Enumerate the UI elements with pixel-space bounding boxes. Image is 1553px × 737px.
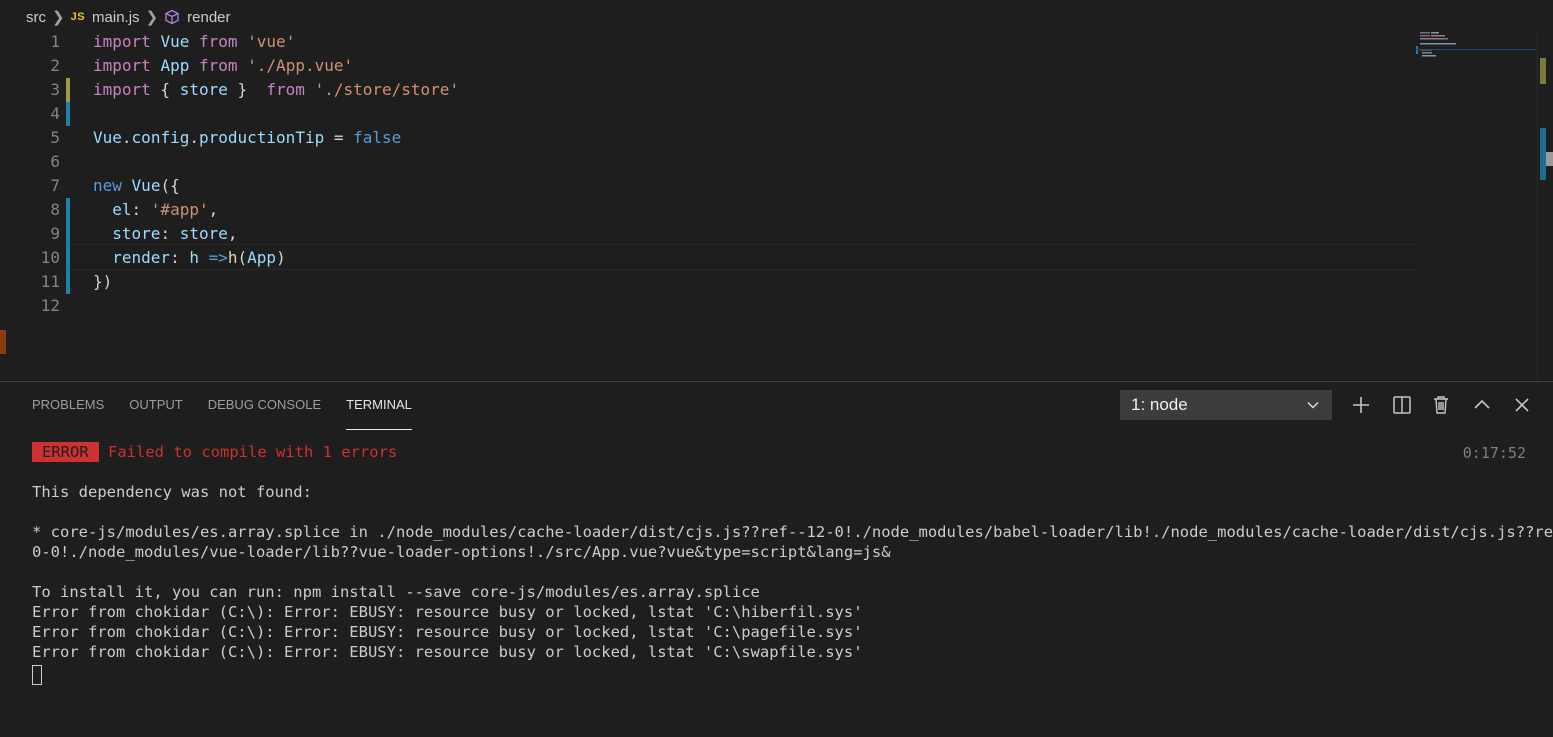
- gutter-added-marker: [66, 102, 70, 126]
- trash-icon[interactable]: [1430, 394, 1452, 416]
- line-number: 9: [50, 224, 60, 243]
- chevron-right-icon: ❯: [145, 9, 159, 26]
- code-line[interactable]: 1 import Vue from 'vue': [0, 30, 1400, 54]
- terminal-line: 0-0!./node_modules/vue-loader/lib??vue-l…: [32, 543, 891, 561]
- close-panel-icon[interactable]: [1511, 394, 1533, 416]
- overview-ruler-cursor: [1546, 152, 1553, 166]
- terminal-line: Error from chokidar (C:\): Error: EBUSY:…: [32, 623, 863, 641]
- code-line[interactable]: 7 new Vue({: [0, 174, 1400, 198]
- code-line[interactable]: 6: [0, 150, 1400, 174]
- activity-marker: [0, 330, 6, 354]
- terminal-output[interactable]: ERROR Failed to compile with 1 errors Th…: [32, 442, 1553, 686]
- overview-ruler-modified: [1540, 58, 1546, 84]
- javascript-file-icon: JS: [70, 11, 86, 23]
- chevron-down-icon: [1307, 402, 1319, 409]
- gutter-modified-marker: [66, 78, 70, 102]
- split-terminal-icon[interactable]: [1391, 394, 1413, 416]
- code-line[interactable]: 5 Vue.config.productionTip = false: [0, 126, 1400, 150]
- code-text: el: '#app',: [112, 200, 219, 219]
- code-line[interactable]: 3 import { store } from './store/store': [0, 78, 1400, 102]
- editor-scrollbar[interactable]: [1537, 30, 1553, 380]
- maximize-panel-icon[interactable]: [1471, 394, 1493, 416]
- code-editor[interactable]: 1 import Vue from 'vue' 2 import App from '…: [0, 30, 1553, 380]
- code-text: store: store,: [112, 224, 238, 243]
- code-line[interactable]: 4: [0, 102, 1400, 126]
- code-text: import { store } from './store/store': [93, 80, 460, 99]
- line-number: 7: [50, 176, 60, 195]
- terminal-error-line: ERROR Failed to compile with 1 errors: [32, 442, 1532, 462]
- code-text: Vue.config.productionTip = false: [93, 128, 402, 147]
- symbol-method-icon: [165, 9, 179, 25]
- line-number: 8: [50, 200, 60, 219]
- breadcrumb-file[interactable]: JS main.js: [71, 9, 140, 26]
- new-terminal-icon[interactable]: [1350, 394, 1372, 416]
- terminal-line: * core-js/modules/es.array.splice in ./n…: [32, 523, 1553, 541]
- panel-tabs: PROBLEMS OUTPUT DEBUG CONSOLE TERMINAL: [32, 382, 437, 430]
- breadcrumb: src ❯ JS main.js ❯ render: [0, 0, 1553, 34]
- gutter-added-marker: [66, 198, 70, 294]
- code-text: render: h =>h(App): [112, 248, 286, 267]
- tab-output[interactable]: OUTPUT: [129, 382, 182, 430]
- tab-problems[interactable]: PROBLEMS: [32, 382, 104, 430]
- tab-debug-console[interactable]: DEBUG CONSOLE: [208, 382, 321, 430]
- breadcrumb-folder[interactable]: src: [26, 9, 46, 26]
- line-number: 4: [50, 104, 60, 123]
- line-number: 1: [50, 32, 60, 51]
- code-line[interactable]: 8 el: '#app',: [0, 198, 1400, 222]
- bottom-panel: PROBLEMS OUTPUT DEBUG CONSOLE TERMINAL 1…: [0, 381, 1553, 737]
- line-number: 5: [50, 128, 60, 147]
- code-text: import App from './App.vue': [93, 56, 354, 75]
- line-number: 6: [50, 152, 60, 171]
- breadcrumb-symbol[interactable]: render: [164, 8, 231, 26]
- code-text: import Vue from 'vue': [93, 32, 296, 51]
- code-line[interactable]: 12: [0, 294, 1400, 318]
- code-text: }): [93, 272, 113, 291]
- chevron-right-icon: ❯: [52, 9, 65, 26]
- terminal-line: Error from chokidar (C:\): Error: EBUSY:…: [32, 603, 863, 621]
- code-line[interactable]: 11}): [0, 270, 1400, 294]
- tab-terminal[interactable]: TERMINAL: [346, 382, 412, 430]
- minimap[interactable]: [1416, 30, 1536, 90]
- error-badge: ERROR: [32, 442, 99, 462]
- line-number: 2: [50, 56, 60, 75]
- code-line[interactable]: 9 store: store,: [0, 222, 1400, 246]
- code-text: new Vue({: [93, 176, 180, 195]
- terminal-line: To install it, you can run: npm install …: [32, 583, 760, 601]
- line-number: 11: [40, 272, 60, 291]
- line-number: 10: [40, 248, 60, 267]
- terminal-select-dropdown[interactable]: 1: node: [1120, 390, 1332, 420]
- error-message: Failed to compile with 1 errors: [108, 443, 398, 461]
- terminal-line: This dependency was not found:: [32, 483, 312, 501]
- terminal-line: Error from chokidar (C:\): Error: EBUSY:…: [32, 643, 863, 661]
- breadcrumb-file-label: main.js: [92, 8, 140, 26]
- code-line[interactable]: 2 import App from './App.vue': [0, 54, 1400, 78]
- line-number: 3: [50, 80, 60, 99]
- terminal-select-value: 1: node: [1131, 395, 1188, 414]
- terminal-cursor: [32, 664, 42, 685]
- line-number: 12: [40, 296, 60, 315]
- breadcrumb-symbol-label: render: [187, 8, 231, 26]
- code-line[interactable]: 10 render: h =>h(App): [0, 246, 1400, 270]
